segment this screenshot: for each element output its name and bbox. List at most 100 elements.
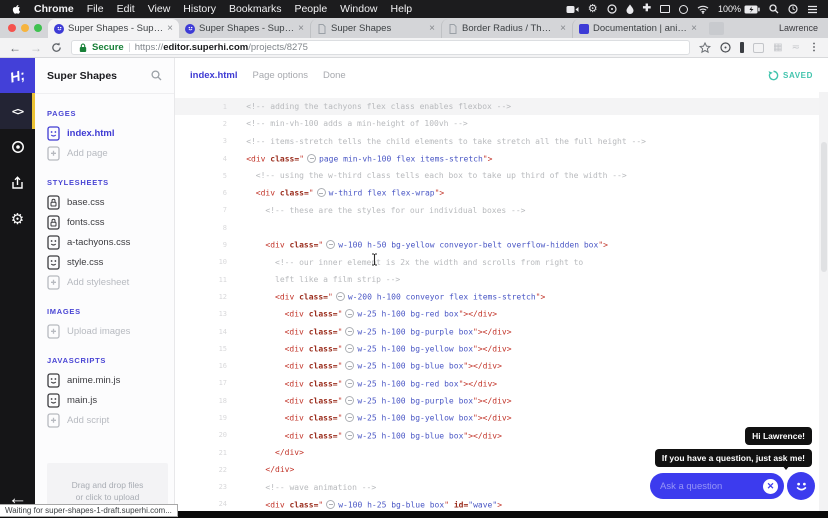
collapsed-classes-chip-icon[interactable]	[345, 326, 355, 336]
page-url[interactable]: https://editor.superhi.com/projects/8275	[135, 42, 308, 53]
code-line[interactable]: 17 <div class=" w-25 h-100 bg-red box"></d…	[175, 375, 828, 392]
code-line[interactable]: 5 <!-- using the w-third class tells each…	[175, 167, 828, 184]
settings-button[interactable]: ⚙	[0, 201, 35, 237]
code-line[interactable]: 19 <div class=" w-25 h-100 bg-yellow box">…	[175, 409, 828, 426]
code-line[interactable]: 16 <div class=" w-25 h-100 bg-blue box"></…	[175, 357, 828, 374]
code-line[interactable]: 1 <!-- adding the tachyons flex class ena…	[175, 98, 828, 116]
sidebar-item-a-tachyons-css[interactable]: a-tachyons.css	[47, 232, 162, 252]
menu-item-chrome[interactable]: Chrome	[34, 3, 74, 15]
sidebar-item-add-stylesheet[interactable]: Add stylesheet	[47, 272, 162, 292]
clock-icon[interactable]	[788, 4, 798, 14]
reload-button[interactable]	[51, 42, 62, 53]
secure-label[interactable]: Secure	[92, 42, 124, 53]
sidebar-item-fonts-css[interactable]: fonts.css	[47, 212, 162, 232]
browser-profile-name[interactable]: Lawrence	[779, 23, 828, 33]
code-line[interactable]: 11 left like a film strip -->	[175, 271, 828, 288]
code-line[interactable]: 4 <div class=" page min-vh-100 flex items-…	[175, 150, 828, 167]
info-circle-icon[interactable]	[606, 4, 617, 14]
chat-question-input[interactable]: Ask a question ✕	[650, 473, 784, 499]
spotlight-search-icon[interactable]	[769, 4, 779, 14]
sidebar-item-anime-min-js[interactable]: anime.min.js	[47, 370, 162, 390]
bookmark-star-icon[interactable]	[699, 41, 712, 54]
chat-close-icon[interactable]: ✕	[763, 478, 778, 494]
done-button[interactable]: Done	[323, 70, 346, 81]
collapsed-classes-chip-icon[interactable]	[345, 344, 355, 354]
chat-launcher-button[interactable]	[787, 472, 815, 500]
extension-dim-icon[interactable]	[753, 42, 765, 53]
menu-item-window[interactable]: Window	[340, 3, 377, 15]
menu-item-edit[interactable]: Edit	[117, 3, 135, 15]
collapsed-classes-chip-icon[interactable]	[345, 413, 355, 423]
close-window-button[interactable]	[8, 24, 16, 32]
superhi-logo[interactable]: H;	[0, 58, 35, 93]
collapsed-classes-chip-icon[interactable]	[316, 188, 326, 198]
battery-indicator[interactable]: 100%	[718, 4, 760, 14]
tab-close-icon[interactable]: ×	[429, 23, 435, 34]
page-options-button[interactable]: Page options	[253, 70, 308, 81]
sidebar-item-upload-images[interactable]: Upload images	[47, 321, 162, 341]
code-line[interactable]: 2 <!-- min-vh-100 adds a min-height of 10…	[175, 115, 828, 132]
window-menu-icon[interactable]	[659, 5, 670, 13]
menu-item-file[interactable]: File	[87, 3, 104, 15]
sidebar-item-main-js[interactable]: main.js	[47, 390, 162, 410]
sidebar-item-base-css[interactable]: base.css	[47, 192, 162, 212]
forward-button[interactable]: →	[30, 42, 42, 54]
browser-tab[interactable]: Super Shapes ×	[310, 19, 441, 38]
tab-close-icon[interactable]: ×	[167, 23, 173, 34]
code-line[interactable]: 8	[175, 219, 828, 236]
extension-dim2-icon[interactable]: ▦	[773, 42, 782, 53]
menu-item-view[interactable]: View	[148, 3, 171, 15]
browser-tab[interactable]: Documentation | anime.js ×	[572, 19, 703, 38]
address-bar[interactable]: Secure https://editor.superhi.com/projec…	[71, 40, 691, 55]
code-line[interactable]: 15 <div class=" w-25 h-100 bg-yellow box">…	[175, 340, 828, 357]
tab-close-icon[interactable]: ×	[298, 23, 304, 34]
collapsed-classes-chip-icon[interactable]	[307, 153, 317, 163]
code-line[interactable]: 18 <div class=" w-25 h-100 bg-purple box">…	[175, 392, 828, 409]
menu-item-bookmarks[interactable]: Bookmarks	[229, 3, 282, 15]
tab-close-icon[interactable]: ×	[560, 23, 566, 34]
back-button[interactable]: ←	[9, 42, 21, 54]
sidebar-item-style-css[interactable]: style.css	[47, 252, 162, 272]
collapsed-classes-chip-icon[interactable]	[335, 292, 345, 302]
scrollbar-thumb[interactable]	[820, 142, 827, 272]
zoom-window-button[interactable]	[34, 24, 42, 32]
code-line[interactable]: 3 <!-- items-stretch tells the child elem…	[175, 133, 828, 150]
collapsed-classes-chip-icon[interactable]	[345, 361, 355, 371]
code-line[interactable]: 12 <div class=" w-200 h-100 conveyor flex …	[175, 288, 828, 305]
sidebar-item-index-html[interactable]: index.html	[47, 123, 162, 143]
collapsed-classes-chip-icon[interactable]	[345, 395, 355, 405]
editor-scrollbar[interactable]	[819, 92, 828, 518]
sidebar-item-add-script[interactable]: Add script	[47, 410, 162, 430]
preview-button[interactable]	[0, 129, 35, 165]
code-line[interactable]: 20 <div class=" w-25 h-100 bg-blue box"></…	[175, 427, 828, 444]
circle-menu-icon[interactable]	[678, 4, 688, 14]
menu-item-history[interactable]: History	[183, 3, 216, 15]
plus-menu-icon[interactable]: ✚	[643, 4, 651, 14]
menu-item-people[interactable]: People	[294, 3, 327, 15]
browser-tab[interactable]: Super Shapes - SuperHi ×	[48, 19, 179, 38]
menu-item-help[interactable]: Help	[391, 3, 413, 15]
code-line[interactable]: 14 <div class=" w-25 h-100 bg-purple box">…	[175, 323, 828, 340]
collapsed-classes-chip-icon[interactable]	[345, 309, 355, 319]
camera-icon[interactable]	[566, 5, 579, 14]
open-file-name[interactable]: index.html	[190, 70, 238, 81]
notification-list-icon[interactable]	[807, 5, 818, 14]
gear-menu-icon[interactable]: ⚙	[588, 4, 598, 15]
code-line[interactable]: 13 <div class=" w-25 h-100 bg-red box"></d…	[175, 306, 828, 323]
collapsed-classes-chip-icon[interactable]	[345, 430, 355, 440]
browser-tab[interactable]: Super Shapes - SuperHi ×	[179, 19, 310, 38]
code-line[interactable]: 9 <div class=" w-100 h-50 bg-yellow convey…	[175, 236, 828, 253]
code-line[interactable]: 7 <!-- these are the styles for our indiv…	[175, 202, 828, 219]
extension-info-icon[interactable]	[720, 42, 731, 53]
collapsed-classes-chip-icon[interactable]	[326, 499, 336, 509]
code-line[interactable]: 10 <!-- our inner element is 2x the width…	[175, 254, 828, 271]
collapsed-classes-chip-icon[interactable]	[345, 378, 355, 388]
extension-dim3-icon[interactable]: ≂	[792, 42, 800, 53]
search-icon[interactable]	[151, 70, 162, 81]
apple-icon[interactable]	[10, 3, 21, 16]
chrome-menu-icon[interactable]: ⋮	[809, 42, 819, 53]
code-line[interactable]: 6 <div class=" w-third flex flex-wrap">	[175, 184, 828, 201]
sidebar-item-add-page[interactable]: Add page	[47, 143, 162, 163]
code-view-button[interactable]: <>	[0, 93, 35, 129]
collapsed-classes-chip-icon[interactable]	[326, 240, 336, 250]
